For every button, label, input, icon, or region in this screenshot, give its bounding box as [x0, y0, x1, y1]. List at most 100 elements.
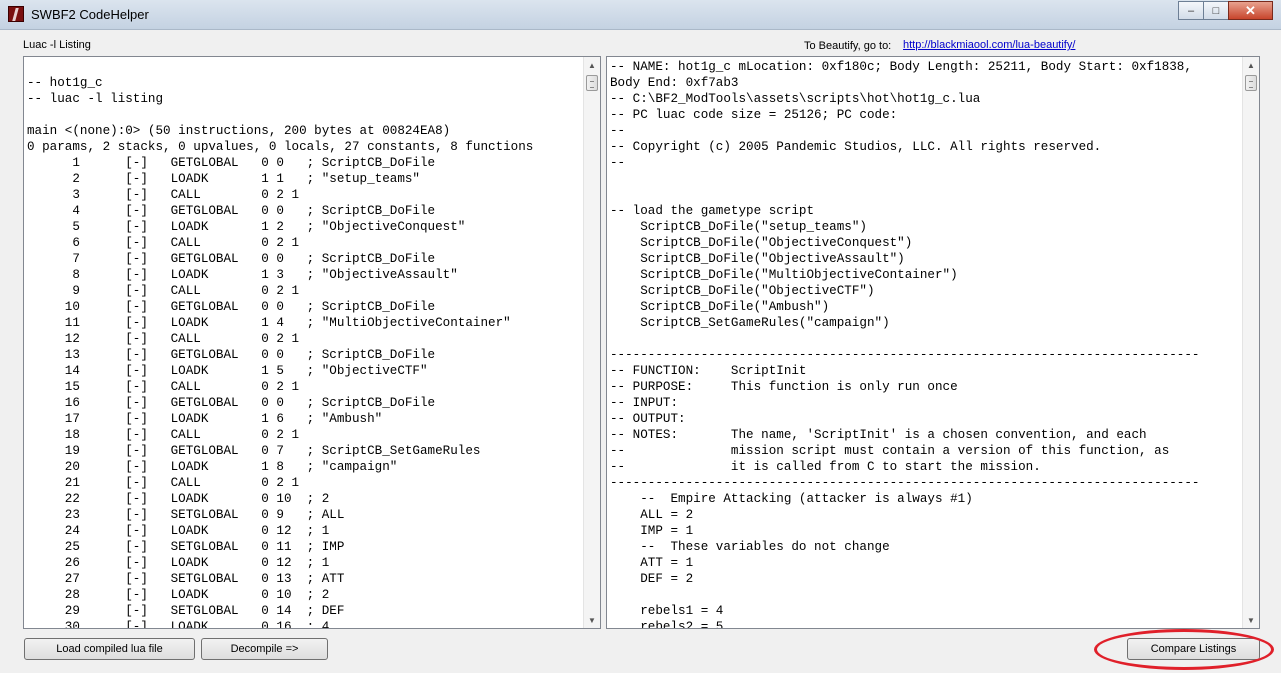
code-line: 29 [-] SETGLOBAL 0 14 ; DEF	[27, 604, 345, 618]
code-line: ALL = 2	[610, 508, 694, 522]
scroll-thumb[interactable]	[1245, 75, 1257, 91]
code-line: 27 [-] SETGLOBAL 0 13 ; ATT	[27, 572, 345, 586]
code-line: 28 [-] LOADK 0 10 ; 2	[27, 588, 330, 602]
code-line: 23 [-] SETGLOBAL 0 9 ; ALL	[27, 508, 345, 522]
code-line: 20 [-] LOADK 1 8 ; "campaign"	[27, 460, 398, 474]
code-line: 18 [-] CALL 0 2 1	[27, 428, 300, 442]
code-line: -- NOTES: The name, 'ScriptInit' is a ch…	[610, 428, 1147, 442]
code-line: 25 [-] SETGLOBAL 0 11 ; IMP	[27, 540, 345, 554]
code-line: 1 [-] GETGLOBAL 0 0 ; ScriptCB_DoFile	[27, 156, 436, 170]
code-line: -- hot1g_c	[27, 76, 103, 90]
code-line: 9 [-] CALL 0 2 1	[27, 284, 300, 298]
code-line: 16 [-] GETGLOBAL 0 0 ; ScriptCB_DoFile	[27, 396, 436, 410]
window-controls: – □ ✕	[1178, 1, 1273, 21]
code-line: 10 [-] GETGLOBAL 0 0 ; ScriptCB_DoFile	[27, 300, 436, 314]
code-line: -- PC luac code size = 25126; PC code:	[610, 108, 898, 122]
code-line: --	[610, 124, 626, 138]
code-line: -- C:\BF2_ModTools\assets\scripts\hot\ho…	[610, 92, 981, 106]
code-line: 5 [-] LOADK 1 2 ; "ObjectiveConquest"	[27, 220, 466, 234]
code-line: 26 [-] LOADK 0 12 ; 1	[27, 556, 330, 570]
code-line: 19 [-] GETGLOBAL 0 7 ; ScriptCB_SetGameR…	[27, 444, 481, 458]
scroll-down-icon[interactable]: ▼	[1243, 612, 1259, 628]
maximize-button[interactable]: □	[1203, 1, 1229, 20]
code-line: 0 params, 2 stacks, 0 upvalues, 0 locals…	[27, 140, 534, 154]
code-line: ----------------------------------------…	[610, 348, 1200, 362]
app-icon	[8, 6, 24, 22]
code-line: 4 [-] GETGLOBAL 0 0 ; ScriptCB_DoFile	[27, 204, 436, 218]
code-line: 12 [-] CALL 0 2 1	[27, 332, 300, 346]
code-line: 7 [-] GETGLOBAL 0 0 ; ScriptCB_DoFile	[27, 252, 436, 266]
code-line: ScriptCB_DoFile("setup_teams")	[610, 220, 867, 234]
code-line: ----------------------------------------…	[610, 476, 1200, 490]
close-button[interactable]: ✕	[1228, 1, 1273, 20]
code-line: rebels1 = 4	[610, 604, 724, 618]
window-title: SWBF2 CodeHelper	[31, 7, 149, 22]
scroll-up-icon[interactable]: ▲	[584, 57, 600, 73]
code-line: 14 [-] LOADK 1 5 ; "ObjectiveCTF"	[27, 364, 428, 378]
code-line: -- These variables do not change	[610, 540, 890, 554]
code-line: 22 [-] LOADK 0 10 ; 2	[27, 492, 330, 506]
code-line: DEF = 2	[610, 572, 694, 586]
code-line: -- luac -l listing	[27, 92, 164, 106]
title-bar: SWBF2 CodeHelper – □ ✕	[0, 0, 1281, 30]
code-line: 8 [-] LOADK 1 3 ; "ObjectiveAssault"	[27, 268, 458, 282]
code-line: 6 [-] CALL 0 2 1	[27, 236, 300, 250]
minimize-button[interactable]: –	[1178, 1, 1204, 20]
code-line: Body End: 0xf7ab3	[610, 76, 739, 90]
code-line: 17 [-] LOADK 1 6 ; "Ambush"	[27, 412, 383, 426]
luac-listing-textbox[interactable]: -- hot1g_c -- luac -l listing main <(none)…	[23, 56, 601, 629]
left-scrollbar[interactable]: ▲ ▼	[583, 57, 600, 628]
code-line: -- INPUT:	[610, 396, 679, 410]
code-line: ScriptCB_DoFile("ObjectiveCTF")	[610, 284, 875, 298]
code-line: -- mission script must contain a version…	[610, 444, 1170, 458]
scroll-down-icon[interactable]: ▼	[584, 612, 600, 628]
maximize-icon: □	[1212, 4, 1220, 17]
code-line: -- OUTPUT:	[610, 412, 686, 426]
code-line: ATT = 1	[610, 556, 694, 570]
code-line: 2 [-] LOADK 1 1 ; "setup_teams"	[27, 172, 420, 186]
code-line: -- load the gametype script	[610, 204, 815, 218]
code-line: ScriptCB_DoFile("Ambush")	[610, 300, 830, 314]
code-line: 11 [-] LOADK 1 4 ; "MultiObjectiveContai…	[27, 316, 511, 330]
close-icon: ✕	[1245, 2, 1256, 18]
code-line: --	[610, 156, 626, 170]
code-line: IMP = 1	[610, 524, 694, 538]
code-line: -- NAME: hot1g_c mLocation: 0xf180c; Bod…	[610, 60, 1192, 74]
code-line: main <(none):0> (50 instructions, 200 by…	[27, 124, 451, 138]
code-line: -- it is called from C to start the miss…	[610, 460, 1041, 474]
code-line: -- Copyright (c) 2005 Pandemic Studios, …	[610, 140, 1102, 154]
code-line: 3 [-] CALL 0 2 1	[27, 188, 300, 202]
compare-listings-button[interactable]: Compare Listings	[1127, 638, 1260, 660]
right-scrollbar[interactable]: ▲ ▼	[1242, 57, 1259, 628]
code-line: 15 [-] CALL 0 2 1	[27, 380, 300, 394]
code-line: -- PURPOSE: This function is only run on…	[610, 380, 958, 394]
code-line: 24 [-] LOADK 0 12 ; 1	[27, 524, 330, 538]
beautify-link[interactable]: http://blackmiaool.com/lua-beautify/	[903, 39, 1075, 51]
code-line: 21 [-] CALL 0 2 1	[27, 476, 300, 490]
code-line: ScriptCB_DoFile("ObjectiveAssault")	[610, 252, 905, 266]
left-pane-label: Luac -l Listing	[23, 39, 91, 51]
luac-listing-text: -- hot1g_c -- luac -l listing main <(none)…	[27, 59, 582, 628]
beautify-label: To Beautify, go to:	[804, 40, 892, 52]
code-line: rebels2 = 5	[610, 620, 724, 628]
scroll-up-icon[interactable]: ▲	[1243, 57, 1259, 73]
decompiled-source-text: -- NAME: hot1g_c mLocation: 0xf180c; Bod…	[610, 59, 1241, 628]
code-line: 13 [-] GETGLOBAL 0 0 ; ScriptCB_DoFile	[27, 348, 436, 362]
code-line: 30 [-] LOADK 0 16 ; 4	[27, 620, 330, 628]
code-line: -- FUNCTION: ScriptInit	[610, 364, 807, 378]
code-line: -- Empire Attacking (attacker is always …	[610, 492, 973, 506]
scroll-thumb[interactable]	[586, 75, 598, 91]
code-line: ScriptCB_SetGameRules("campaign")	[610, 316, 890, 330]
code-line: ScriptCB_DoFile("MultiObjectiveContainer…	[610, 268, 958, 282]
decompiled-source-textbox[interactable]: -- NAME: hot1g_c mLocation: 0xf180c; Bod…	[606, 56, 1260, 629]
minimize-icon: –	[1187, 4, 1195, 17]
load-compiled-lua-button[interactable]: Load compiled lua file	[24, 638, 195, 660]
decompile-button[interactable]: Decompile =>	[201, 638, 328, 660]
code-line: ScriptCB_DoFile("ObjectiveConquest")	[610, 236, 913, 250]
